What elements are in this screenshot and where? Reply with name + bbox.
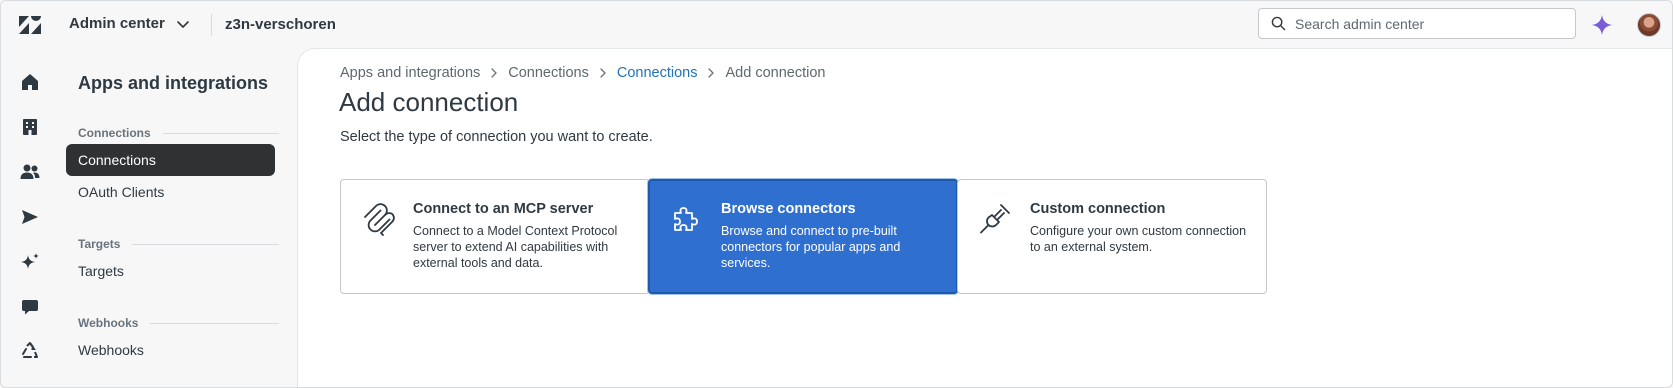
page-subtitle: Select the type of connection you want t… — [340, 129, 653, 145]
product-label: Admin center — [69, 15, 165, 32]
mcp-server-card[interactable]: Connect to an MCP server Connect to a Mo… — [340, 179, 650, 294]
card-title: Custom connection — [1030, 201, 1166, 217]
admin-center-window: Admin center z3n-verschoren Search admin… — [0, 0, 1673, 388]
card-description: Connect to a Model Context Protocol serv… — [413, 224, 618, 270]
recycle-icon[interactable] — [19, 340, 41, 362]
puzzle-icon — [674, 207, 698, 231]
breadcrumb: Apps and integrations Connections Connec… — [340, 65, 825, 81]
breadcrumb-connections[interactable]: Connections — [508, 65, 589, 81]
home-icon[interactable] — [19, 71, 41, 93]
card-description: Browse and connect to pre-built connecto… — [721, 224, 901, 270]
chevron-down-icon — [177, 20, 189, 28]
nav-group-targets: Targets — [78, 237, 279, 251]
browse-connectors-card[interactable]: Browse connectors Browse and connect to … — [648, 179, 958, 294]
nav-group-connections: Connections — [78, 126, 279, 140]
nav-item-connections[interactable]: Connections — [66, 144, 275, 176]
nav-title: Apps and integrations — [78, 73, 269, 93]
card-title: Browse connectors — [721, 201, 856, 217]
plug-icon — [980, 204, 1010, 234]
avatar[interactable] — [1637, 13, 1661, 37]
top-bar: Admin center z3n-verschoren — [1, 1, 1672, 48]
search-icon — [1271, 16, 1286, 31]
product-switcher[interactable]: Admin center — [69, 15, 191, 32]
breadcrumb-apps-and-integrations[interactable]: Apps and integrations — [340, 65, 480, 81]
card-description: Configure your own custom connection to … — [1030, 224, 1247, 254]
chat-icon[interactable] — [19, 296, 41, 318]
icon-rail — [1, 48, 59, 387]
main-content: Apps and integrations Connections Connec… — [297, 48, 1672, 387]
nav-item-webhooks[interactable]: Webhooks — [66, 334, 275, 366]
zendesk-logo-icon[interactable] — [18, 15, 42, 35]
sparkle-icon[interactable] — [1591, 14, 1613, 36]
divider — [211, 14, 212, 36]
breadcrumb-connections-link[interactable]: Connections — [617, 65, 698, 81]
nav-item-targets[interactable]: Targets — [66, 255, 275, 287]
nav-group-webhooks: Webhooks — [78, 316, 279, 330]
send-icon[interactable] — [19, 206, 41, 228]
account-name: z3n-verschoren — [225, 16, 336, 33]
card-title: Connect to an MCP server — [413, 201, 594, 217]
custom-connection-card[interactable]: Custom connection Configure your own cus… — [957, 179, 1267, 294]
search-box[interactable] — [1258, 8, 1576, 39]
page-title: Add connection — [339, 87, 519, 117]
secondary-nav: Apps and integrations Connections Connec… — [59, 48, 297, 387]
people-icon[interactable] — [19, 161, 41, 183]
chevron-right-icon — [597, 67, 609, 79]
nav-item-oauth-clients[interactable]: OAuth Clients — [66, 176, 275, 208]
building-icon[interactable] — [19, 116, 41, 138]
breadcrumb-current: Add connection — [725, 65, 826, 81]
mcp-icon — [364, 203, 395, 236]
chevron-right-icon — [488, 67, 500, 79]
search-input[interactable] — [1295, 15, 1565, 32]
chevron-right-icon — [705, 67, 717, 79]
ai-sparkle-icon[interactable] — [19, 251, 41, 273]
